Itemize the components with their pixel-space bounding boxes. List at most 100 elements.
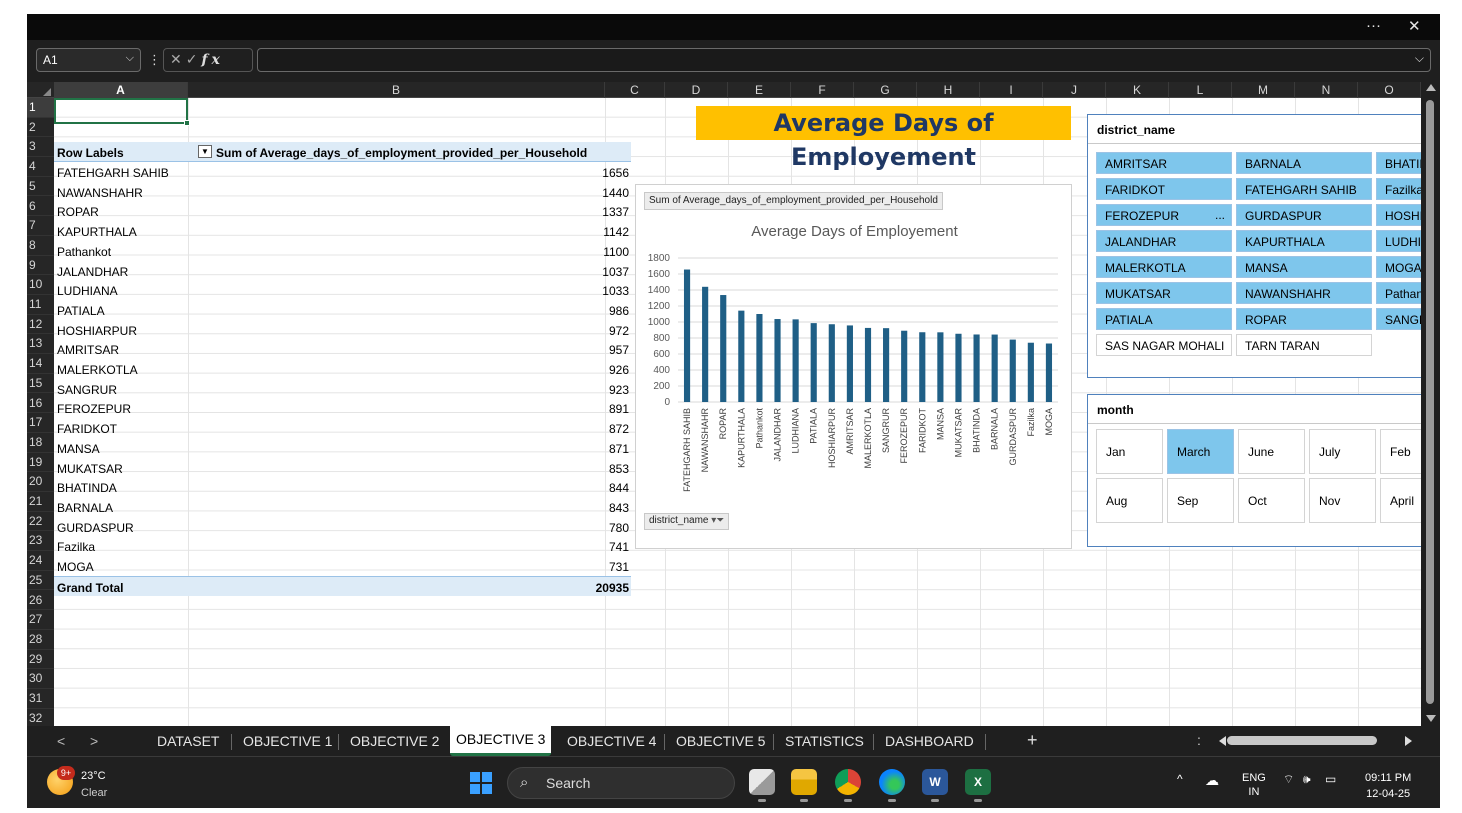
battery-icon[interactable]: ▭ bbox=[1325, 772, 1336, 786]
column-header-f[interactable]: F bbox=[791, 82, 854, 98]
district-slicer-item[interactable]: MALERKOTLA bbox=[1096, 256, 1232, 278]
wifi-icon[interactable]: ⌔ bbox=[1283, 772, 1294, 787]
column-header-m[interactable]: M bbox=[1232, 82, 1295, 98]
scroll-up-icon[interactable] bbox=[1426, 84, 1436, 91]
sheet-tab-objective-1[interactable]: OBJECTIVE 1 bbox=[243, 733, 332, 751]
pivot-row[interactable]: MALERKOTLA 926 bbox=[54, 359, 631, 379]
district-slicer-item[interactable]: ROPAR bbox=[1236, 308, 1372, 330]
chart-axis-field-button[interactable]: district_name ▾⏷ bbox=[644, 513, 730, 530]
more-icon[interactable]: ··· bbox=[1366, 17, 1381, 34]
bar-bhatinda[interactable] bbox=[973, 334, 980, 402]
column-header-k[interactable]: K bbox=[1106, 82, 1169, 98]
scroll-down-icon[interactable] bbox=[1426, 715, 1436, 722]
row-header-8[interactable]: 8 bbox=[27, 236, 54, 256]
row-header-32[interactable]: 32 bbox=[27, 709, 54, 726]
task-view-icon[interactable] bbox=[749, 769, 775, 802]
row-header-25[interactable]: 25 bbox=[27, 571, 54, 591]
chevron-up-icon[interactable]: ^ bbox=[1177, 772, 1183, 786]
row-header-28[interactable]: 28 bbox=[27, 630, 54, 650]
month-slicer-item[interactable]: March bbox=[1167, 429, 1234, 474]
column-header-c[interactable]: C bbox=[605, 82, 665, 98]
month-slicer-item[interactable]: Oct bbox=[1238, 478, 1305, 523]
row-header-14[interactable]: 14 bbox=[27, 354, 54, 374]
chevron-down-icon[interactable]: ⌵ bbox=[126, 52, 134, 65]
row-header-26[interactable]: 26 bbox=[27, 591, 54, 611]
pivot-row[interactable]: FARIDKOT 872 bbox=[54, 418, 631, 438]
pivot-row[interactable]: PATIALA 986 bbox=[54, 300, 631, 320]
bar-ferozepur[interactable] bbox=[901, 330, 908, 402]
row-header-24[interactable]: 24 bbox=[27, 551, 54, 571]
row-header-31[interactable]: 31 bbox=[27, 689, 54, 709]
filter-dropdown-icon[interactable]: ▾⏷ bbox=[711, 515, 724, 526]
more-options-icon[interactable]: ⋮ bbox=[148, 52, 161, 68]
bar-fatehgarh-sahib[interactable] bbox=[683, 269, 691, 402]
pivot-row[interactable]: MUKATSAR 853 bbox=[54, 458, 631, 478]
district-slicer-item[interactable]: JALANDHAR bbox=[1096, 230, 1232, 252]
next-sheet-icon[interactable]: > bbox=[90, 733, 98, 749]
pivot-row[interactable]: MANSA 871 bbox=[54, 438, 631, 458]
sheet-tab-dataset[interactable]: DATASET bbox=[157, 733, 220, 751]
district-slicer-item[interactable]: MUKATSAR bbox=[1096, 282, 1232, 304]
bar-mukatsar[interactable] bbox=[955, 333, 962, 402]
row-header-9[interactable]: 9 bbox=[27, 256, 54, 276]
pivot-row[interactable]: FEROZEPUR 891 bbox=[54, 398, 631, 418]
row-header-18[interactable]: 18 bbox=[27, 433, 54, 453]
enter-icon[interactable]: ✓ bbox=[186, 51, 202, 67]
bar-barnala[interactable] bbox=[991, 334, 998, 402]
row-header-5[interactable]: 5 bbox=[27, 177, 54, 197]
value-field-header[interactable]: Sum of Average_days_of_employment_provid… bbox=[216, 146, 587, 160]
word-icon[interactable]: W bbox=[922, 769, 948, 802]
row-header-21[interactable]: 21 bbox=[27, 492, 54, 512]
column-header-i[interactable]: I bbox=[980, 82, 1043, 98]
bar-fazilka[interactable] bbox=[1027, 342, 1034, 402]
column-header-g[interactable]: G bbox=[854, 82, 917, 98]
month-slicer-item[interactable]: Jan bbox=[1096, 429, 1163, 474]
row-header-19[interactable]: 19 bbox=[27, 453, 54, 473]
district-slicer-item[interactable]: PATIALA bbox=[1096, 308, 1232, 330]
pivot-row[interactable]: SANGRUR 923 bbox=[54, 379, 631, 399]
row-header-7[interactable]: 7 bbox=[27, 216, 54, 236]
worksheet-grid[interactable]: Row Labels ▼ Sum of Average_days_of_empl… bbox=[54, 98, 1434, 726]
sheet-tab-objective-3[interactable]: OBJECTIVE 3 bbox=[450, 726, 552, 756]
horizontal-scrollbar[interactable]: : bbox=[1197, 732, 1413, 748]
bar-sangrur[interactable] bbox=[883, 328, 890, 402]
bar-hoshiarpur[interactable] bbox=[828, 324, 835, 402]
name-box[interactable]: A1 ⌵ bbox=[36, 48, 141, 72]
chrome-icon[interactable] bbox=[835, 769, 861, 802]
month-slicer-item[interactable]: June bbox=[1238, 429, 1305, 474]
weather-status[interactable]: Clear bbox=[81, 787, 107, 799]
pivot-row[interactable]: LUDHIANA 1033 bbox=[54, 280, 631, 300]
column-header-b[interactable]: B bbox=[188, 82, 605, 98]
column-header-n[interactable]: N bbox=[1295, 82, 1358, 98]
edge-icon[interactable] bbox=[879, 769, 905, 802]
bar-amritsar[interactable] bbox=[846, 325, 853, 402]
cloud-icon[interactable]: ☁ bbox=[1205, 772, 1219, 789]
volume-icon[interactable]: 🕪 bbox=[1303, 772, 1311, 787]
sheet-tab-statistics[interactable]: STATISTICS bbox=[785, 733, 864, 751]
row-header-4[interactable]: 4 bbox=[27, 157, 54, 177]
month-slicer-item[interactable]: Sep bbox=[1167, 478, 1234, 523]
district-slicer-item[interactable]: AMRITSAR bbox=[1096, 152, 1232, 174]
row-header-6[interactable]: 6 bbox=[27, 197, 54, 217]
bar-moga[interactable] bbox=[1045, 343, 1053, 402]
row-header-30[interactable]: 30 bbox=[27, 669, 54, 689]
row-header-3[interactable]: 3 bbox=[27, 137, 54, 158]
column-header-h[interactable]: H bbox=[917, 82, 980, 98]
bar-patiala[interactable] bbox=[810, 323, 817, 402]
pivot-row[interactable]: Pathankot 1100 bbox=[54, 241, 631, 261]
column-header-d[interactable]: D bbox=[665, 82, 728, 98]
add-sheet-button[interactable]: + bbox=[1027, 730, 1038, 751]
bar-jalandhar[interactable] bbox=[774, 319, 781, 402]
close-icon[interactable]: ✕ bbox=[1408, 17, 1421, 35]
bar-faridkot[interactable] bbox=[919, 332, 926, 402]
month-slicer-item[interactable]: Nov bbox=[1309, 478, 1376, 523]
row-header-16[interactable]: 16 bbox=[27, 394, 54, 414]
language-indicator[interactable]: ENG IN bbox=[1242, 771, 1266, 799]
windows-start-icon[interactable] bbox=[470, 772, 492, 794]
cancel-icon[interactable]: ✕ bbox=[170, 51, 186, 67]
row-header-29[interactable]: 29 bbox=[27, 650, 54, 670]
row-labels-header[interactable]: Row Labels bbox=[57, 146, 124, 160]
fill-handle[interactable] bbox=[184, 120, 190, 126]
pivot-row[interactable]: JALANDHAR 1037 bbox=[54, 261, 631, 281]
bar-pathankot[interactable] bbox=[756, 314, 763, 402]
